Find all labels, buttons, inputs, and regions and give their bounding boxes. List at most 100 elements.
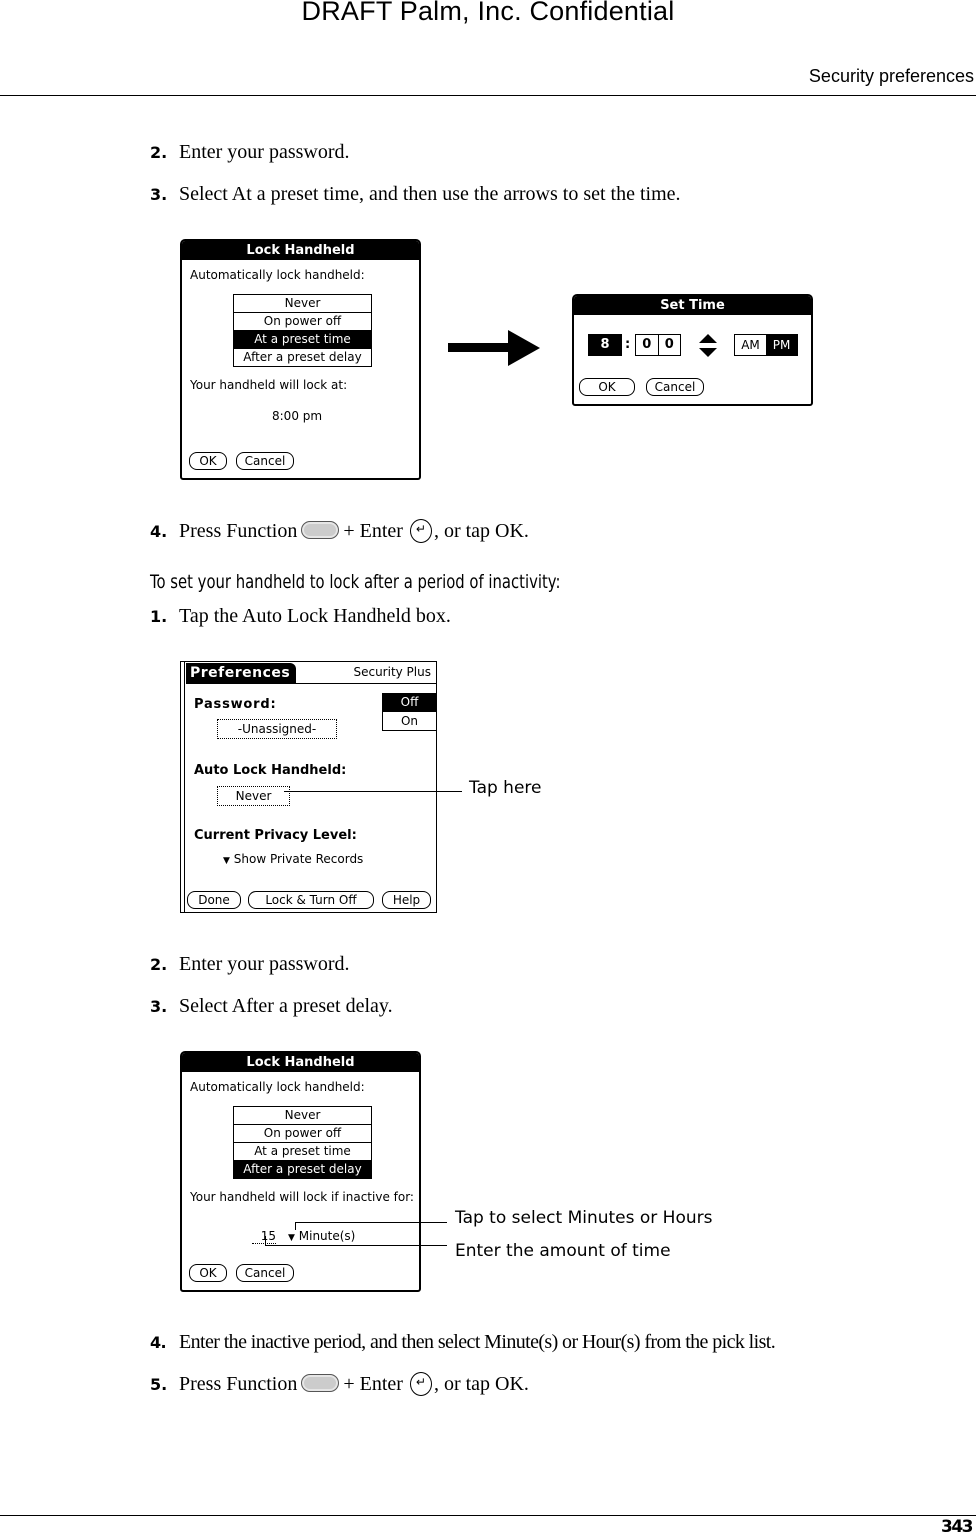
step-5-press-function-enter: 5. Press Function + Enter ↵, or tap OK.: [150, 1372, 529, 1396]
running-header: Security preferences: [808, 66, 974, 86]
step-number: 4.: [150, 522, 168, 541]
draft-watermark: DRAFT Palm, Inc. Confidential: [301, 0, 675, 26]
option-at-preset-time[interactable]: At a preset time: [234, 331, 371, 349]
toggle-on[interactable]: On: [383, 711, 436, 730]
step-3-select-preset-delay: 3. Select After a preset delay.: [150, 995, 393, 1018]
lock-option-list: Never On power off At a preset time Afte…: [233, 294, 372, 367]
step-number: 3.: [150, 185, 168, 204]
pm-option[interactable]: PM: [766, 335, 797, 355]
auto-lock-field[interactable]: Never: [217, 786, 290, 806]
privacy-level-label: Current Privacy Level:: [194, 828, 357, 843]
callout-leader-amount: [265, 1245, 447, 1246]
security-preferences-screen: Preferences Security Plus Password: -Una…: [180, 661, 437, 913]
step-text-post: , or tap OK.: [433, 1373, 529, 1395]
cancel-button[interactable]: Cancel: [646, 378, 704, 396]
callout-tap-here: Tap here: [469, 778, 542, 798]
lock-time-value[interactable]: 8:00 pm: [272, 409, 322, 423]
ok-button[interactable]: OK: [189, 452, 227, 470]
auto-lock-prompt: Automatically lock handheld:: [190, 268, 365, 282]
step-text: Enter your password.: [179, 141, 350, 163]
cancel-button[interactable]: Cancel: [236, 452, 294, 470]
up-down-arrows-icon[interactable]: [698, 333, 718, 359]
am-pm-selector: AM PM: [734, 334, 798, 356]
help-button[interactable]: Help: [382, 891, 431, 909]
callout-leader-unit: [295, 1222, 447, 1223]
am-option[interactable]: AM: [735, 335, 766, 355]
option-after-preset-delay[interactable]: After a preset delay: [234, 349, 371, 366]
time-unit-value: Minute(s): [298, 1229, 356, 1243]
preferences-tab: Preferences: [186, 663, 296, 683]
password-on-off-toggle: Off On: [382, 693, 437, 731]
option-on-power-off[interactable]: On power off: [234, 313, 371, 331]
lock-option-list: Never On power off At a preset time Afte…: [233, 1106, 372, 1179]
cancel-button[interactable]: Cancel: [236, 1264, 294, 1282]
footer-rule: [0, 1515, 976, 1516]
step-text: Tap the Auto Lock Handheld box.: [179, 605, 451, 627]
step-2-enter-password: 2. Enter your password.: [150, 953, 350, 976]
option-at-preset-time[interactable]: At a preset time: [234, 1143, 371, 1161]
step-4-press-function-enter: 4. Press Function + Enter ↵, or tap OK.: [150, 519, 529, 543]
step-text-pre: Press Function: [179, 520, 298, 542]
step-number: 4.: [150, 1333, 167, 1352]
step-number: 2.: [150, 955, 168, 974]
dialog-title: Lock Handheld: [182, 1053, 419, 1072]
toggle-off[interactable]: Off: [383, 694, 436, 711]
step-3-select-preset-time: 3. Select At a preset time, and then use …: [150, 183, 681, 206]
step-text: Select After a preset delay.: [179, 995, 393, 1017]
minute-field: 0 0: [635, 334, 681, 356]
callout-leader-unit-drop: [295, 1222, 296, 1230]
password-label: Password:: [194, 697, 277, 712]
dialog-title: Lock Handheld: [182, 241, 419, 260]
callout-leader-amount-rise: [265, 1236, 266, 1246]
ok-button[interactable]: OK: [579, 378, 635, 396]
step-number: 5.: [150, 1375, 168, 1394]
enter-key-icon: ↵: [409, 519, 432, 543]
step-text-mid: + Enter: [343, 520, 403, 542]
step-text-mid: + Enter: [343, 1373, 403, 1395]
privacy-level-value: Show Private Records: [233, 852, 364, 866]
lock-handheld-dialog-preset-delay: Lock Handheld Automatically lock handhel…: [180, 1051, 421, 1292]
dropdown-triangle-icon: ▼: [223, 856, 230, 866]
password-field[interactable]: -Unassigned-: [217, 719, 337, 739]
lock-turn-off-button[interactable]: Lock & Turn Off: [248, 891, 374, 909]
header-rule: [0, 95, 976, 96]
lock-handheld-dialog-preset-time: Lock Handheld Automatically lock handhel…: [180, 239, 421, 480]
option-never[interactable]: Never: [234, 1107, 371, 1125]
security-plus-panel-selector[interactable]: Security Plus: [353, 665, 431, 679]
done-button[interactable]: Done: [187, 891, 241, 909]
step-4-enter-inactive-period: 4. Enter the inactive period, and then se…: [150, 1331, 776, 1354]
right-arrow-icon: [448, 330, 540, 366]
step-number: 3.: [150, 997, 168, 1016]
auto-lock-label: Auto Lock Handheld:: [194, 763, 347, 778]
step-1-tap-auto-lock: 1. Tap the Auto Lock Handheld box.: [150, 605, 451, 628]
step-text-post: , or tap OK.: [433, 520, 529, 542]
minute-tens[interactable]: 0: [636, 335, 659, 355]
lock-at-label: Your handheld will lock at:: [190, 378, 348, 392]
function-key-icon: [301, 521, 340, 539]
step-number: 2.: [150, 143, 168, 162]
callout-amount-of-time: Enter the amount of time: [455, 1241, 671, 1261]
callout-leader-line: [284, 791, 462, 792]
option-on-power-off[interactable]: On power off: [234, 1125, 371, 1143]
minute-ones[interactable]: 0: [659, 335, 681, 355]
enter-key-icon: ↵: [409, 1372, 432, 1396]
page-number: 343: [941, 1517, 974, 1537]
auto-lock-prompt: Automatically lock handheld:: [190, 1080, 365, 1094]
dropdown-triangle-icon: ▼: [288, 1233, 295, 1243]
dialog-title: Set Time: [574, 296, 811, 315]
step-text: Enter your password.: [179, 953, 350, 975]
privacy-level-picker[interactable]: ▼ Show Private Records: [223, 852, 363, 866]
step-number: 1.: [150, 607, 168, 626]
option-after-preset-delay[interactable]: After a preset delay: [234, 1161, 371, 1178]
callout-minutes-hours: Tap to select Minutes or Hours: [455, 1208, 713, 1228]
step-text: Enter the inactive period, and then sele…: [179, 1331, 776, 1353]
hour-field[interactable]: 8: [588, 334, 622, 356]
set-time-dialog: Set Time 8 : 0 0 AM PM OK Cancel: [572, 294, 813, 406]
title-underline: [186, 683, 436, 684]
procedure-heading: To set your handheld to lock after a per…: [150, 571, 561, 593]
ok-button[interactable]: OK: [189, 1264, 227, 1282]
time-unit-picker[interactable]: ▼ Minute(s): [288, 1229, 355, 1243]
time-separator: :: [625, 337, 631, 352]
option-never[interactable]: Never: [234, 295, 371, 313]
inactive-amount-field[interactable]: 15: [252, 1229, 276, 1244]
